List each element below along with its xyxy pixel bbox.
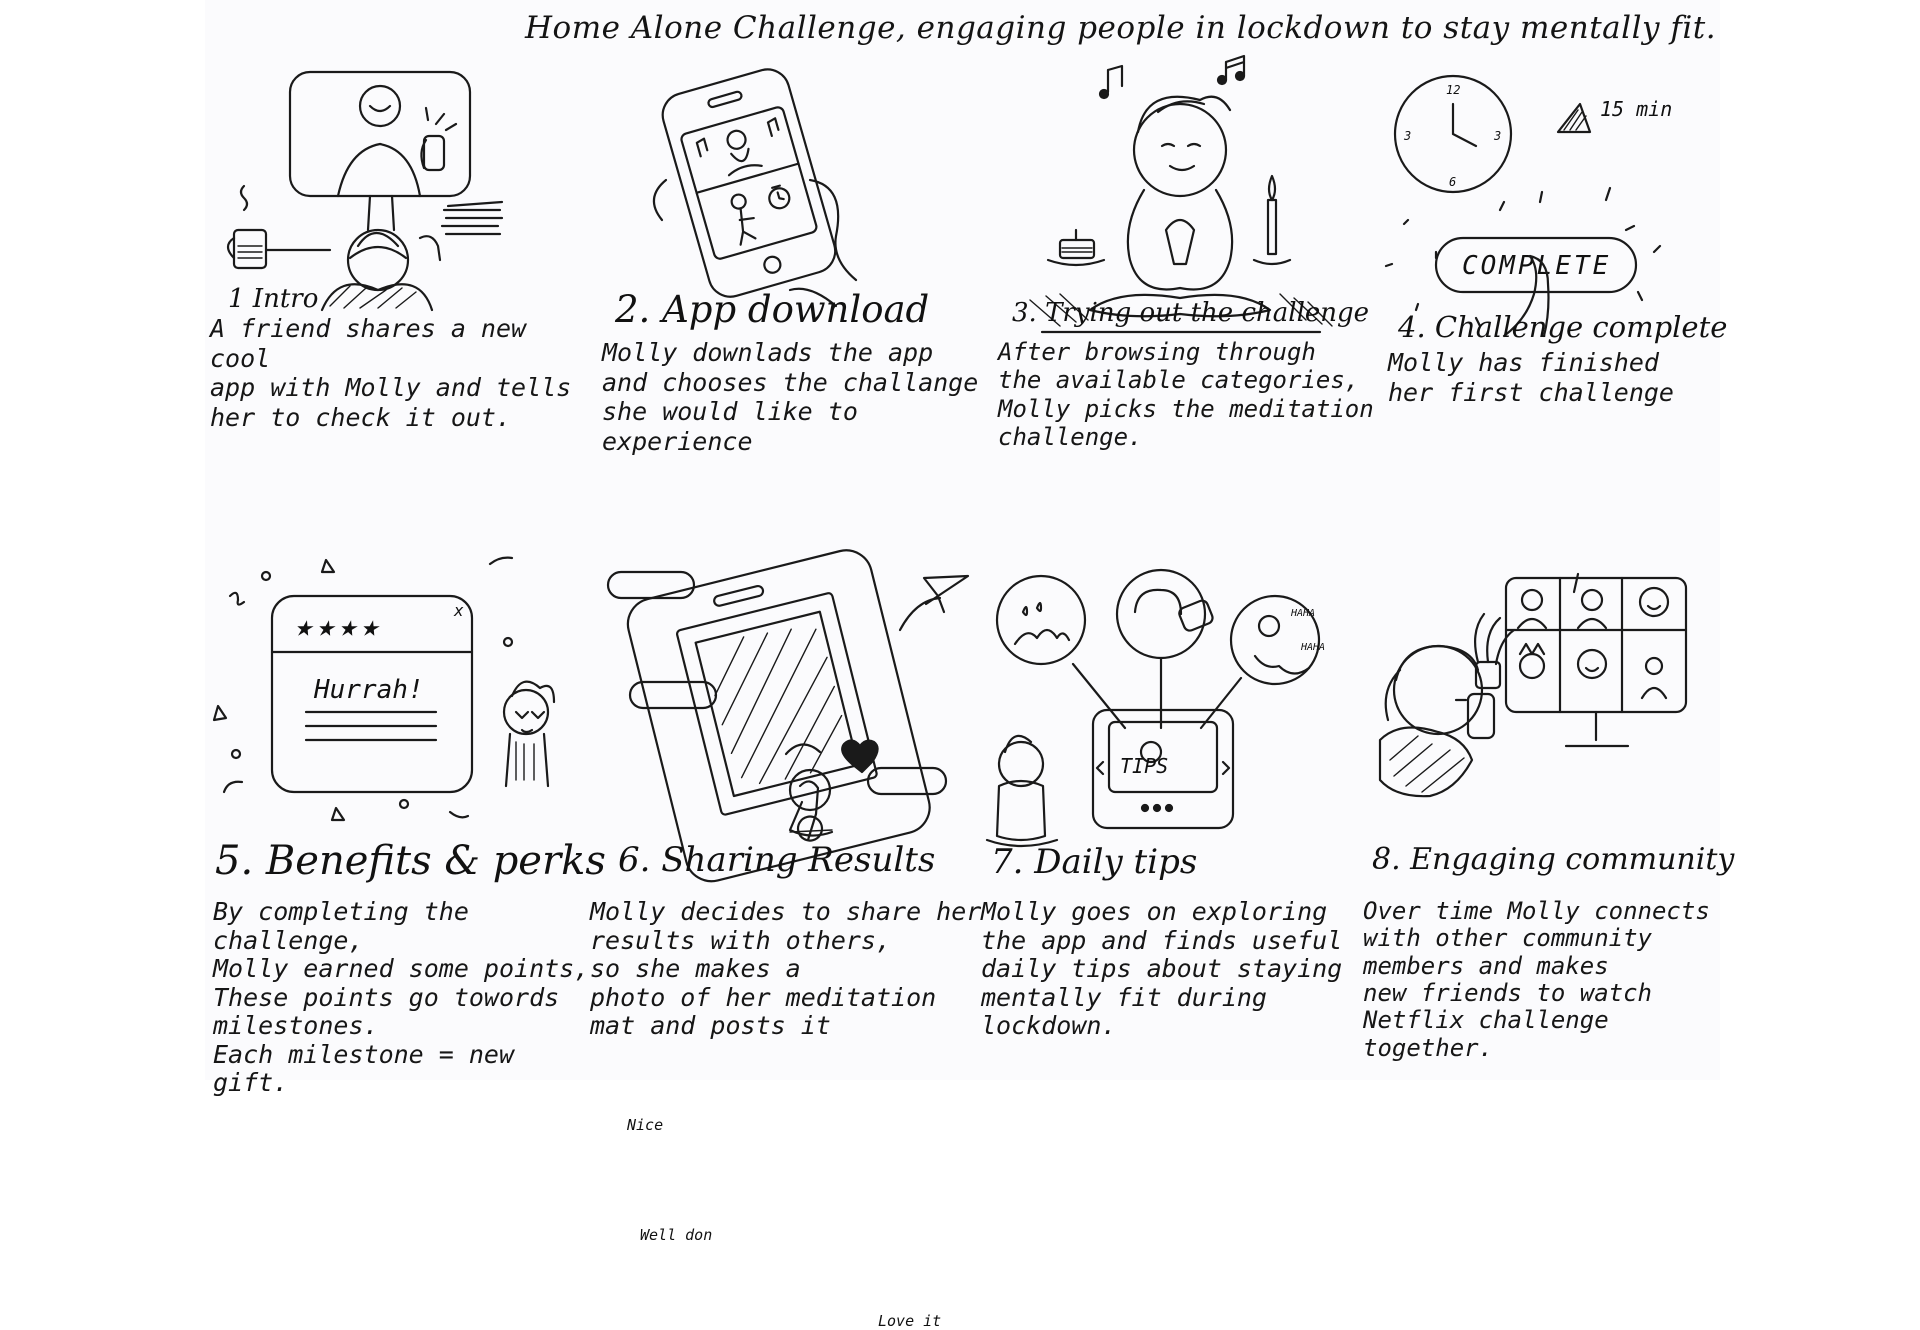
panel-heading: 3. Trying out the challenge <box>1012 298 1370 328</box>
panel-6-sharing-results: Nice Well don Love it 6. Sharing Results… <box>590 540 985 1330</box>
community-illustration <box>1378 572 1688 798</box>
laugh-label: HAHA <box>1300 642 1325 653</box>
panel-heading: 6. Sharing Results <box>618 840 936 880</box>
svg-text:3: 3 <box>1403 129 1411 143</box>
panel-5-benefits-perks: ★★★★ x Hurrah! 5. Benefits & perks By co… <box>210 540 606 1097</box>
storyboard-title: Home Alone Challenge, engaging people in… <box>525 10 1717 46</box>
panel-caption: A friend shares a new cool app with Moll… <box>210 314 572 432</box>
close-icon: x <box>453 601 464 620</box>
panel-heading: 7. Daily tips <box>991 842 1198 882</box>
reward-illustration: ★★★★ x Hurrah! <box>212 556 556 822</box>
panel-caption: By completing the challenge, Molly earne… <box>213 897 590 1097</box>
panel-1-intro: 1 Intro A friend shares a new cool app w… <box>210 60 580 500</box>
svg-text:12: 12 <box>1446 83 1460 97</box>
rating-stars: ★★★★ <box>294 609 382 644</box>
completion-illustration: 12 3 3 6 15 min COMPLETE <box>1384 74 1672 338</box>
svg-text:6: 6 <box>1449 175 1456 189</box>
panel-heading: 1 Intro <box>228 284 319 314</box>
panel-8-engaging-community: 8. Engaging community Over time Molly co… <box>1360 540 1734 1080</box>
laugh-label: HAHA <box>1290 608 1315 619</box>
panel-caption: Molly downlads the app and chooses the c… <box>602 338 979 456</box>
hurrah-label: Hurrah! <box>313 675 424 705</box>
panel-7-daily-tips: HAHA HAHA TIPS 7. Daily tips Molly goes … <box>975 540 1365 1080</box>
panel-caption: Molly has finished her first challenge <box>1388 348 1674 407</box>
intro-illustration <box>226 70 504 312</box>
hourglass-icon <box>1556 102 1592 134</box>
meditation-illustration <box>1029 54 1333 334</box>
panel-heading: 2. App download <box>615 288 930 331</box>
panel-heading: 5. Benefits & perks <box>215 838 606 884</box>
panel-heading: 4. Challenge complete <box>1398 310 1728 344</box>
panel-heading: 8. Engaging community <box>1372 842 1735 877</box>
nice-comment-bubble: Nice <box>627 1116 664 1134</box>
sharing-illustration <box>606 549 970 883</box>
panel-caption: Molly goes on exploring the app and find… <box>981 897 1343 1040</box>
well-done-comment-bubble: Well don <box>640 1226 713 1244</box>
svg-text:3: 3 <box>1493 129 1501 143</box>
panel-caption: After browsing through the available cat… <box>998 338 1374 451</box>
svg-text:15 min: 15 min <box>1600 97 1672 121</box>
phone-illustration <box>652 68 858 308</box>
tips-illustration: HAHA HAHA <box>985 568 1325 848</box>
panel-caption: Molly decides to share her results with … <box>590 897 982 1040</box>
love-it-comment-bubble: Love it <box>878 1312 942 1330</box>
panel-caption: Over time Molly connects with other comm… <box>1363 897 1710 1062</box>
clock-icon: 12 3 3 6 <box>1393 74 1513 194</box>
panel-4-challenge-complete: 12 3 3 6 15 min COMPLETE 4. Challenge co… <box>1380 60 1727 500</box>
panel-2-app-download: 2. App download Molly downlads the app a… <box>600 60 980 500</box>
tips-button-label: TIPS <box>1120 754 1169 778</box>
panel-3-trying-challenge: 3. Trying out the challenge After browsi… <box>990 50 1375 500</box>
